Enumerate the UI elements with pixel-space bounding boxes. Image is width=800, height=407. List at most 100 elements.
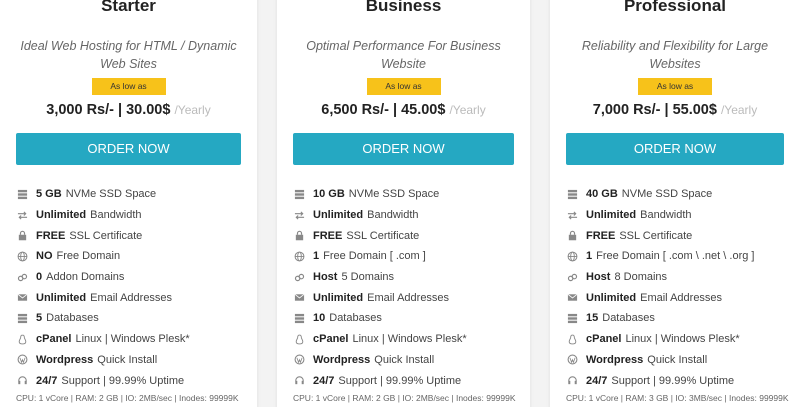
feature-item: Unlimited Email Addresses — [566, 287, 794, 308]
plan-tagline: Optimal Performance For Business Website — [306, 39, 501, 71]
db-icon — [16, 312, 28, 324]
feature-item: Wordpress Quick Install — [566, 350, 794, 371]
feature-text: SSL Certificate — [69, 229, 143, 242]
db-icon — [566, 312, 578, 324]
feature-item: Wordpress Quick Install — [293, 350, 524, 371]
feature-text: Quick Install — [97, 353, 158, 366]
link-icon — [293, 271, 305, 283]
feature-highlight: 1 — [313, 250, 320, 263]
feature-item: Host 5 Domains — [293, 267, 524, 288]
database-icon — [293, 188, 305, 200]
feature-highlight: FREE — [313, 229, 343, 242]
database-icon — [16, 188, 28, 200]
linux-icon — [566, 333, 578, 345]
feature-text: Support | 99.99% Uptime — [338, 374, 462, 387]
feature-highlight: Unlimited — [586, 291, 637, 304]
feature-highlight: 15 — [586, 312, 599, 325]
feature-text: Free Domain [ .com ] — [323, 250, 426, 263]
feature-text: Support | 99.99% Uptime — [611, 374, 735, 387]
feature-highlight: cPanel — [36, 333, 72, 346]
order-now-button[interactable]: ORDER NOW — [16, 133, 241, 165]
feature-highlight: 5 — [36, 312, 43, 325]
price-period: /Yearly — [449, 103, 486, 117]
price-amount: 3,000 Rs/- | 30.00$ — [46, 102, 171, 118]
feature-item: FREE SSL Certificate — [293, 225, 524, 246]
feature-list: 40 GB NVMe SSD Space Unlimited Bandwidth FRE… — [566, 184, 794, 391]
feature-text: Email Addresses — [640, 291, 723, 304]
feature-item: Wordpress Quick Install — [16, 350, 251, 371]
feature-text: Bandwidth — [367, 209, 419, 222]
lock-icon — [293, 230, 305, 242]
feature-text: SSL Certificate — [619, 229, 693, 242]
feature-text: Addon Domains — [46, 271, 125, 284]
headset-icon — [16, 375, 28, 387]
feature-text: NVMe SSD Space — [348, 188, 440, 201]
feature-text: NVMe SSD Space — [621, 188, 713, 201]
feature-text: Linux | Windows Plesk* — [75, 333, 190, 346]
database-icon — [566, 188, 578, 200]
feature-list: 10 GB NVMe SSD Space Unlimited Bandwidth FRE… — [293, 184, 524, 391]
plan-card-business: Business Optimal Performance For Busines… — [277, 0, 530, 407]
feature-highlight: 24/7 — [313, 374, 335, 387]
feature-item: FREE SSL Certificate — [566, 225, 794, 246]
plan-tagline: Ideal Web Hosting for HTML / Dynamic Web… — [20, 39, 237, 71]
feature-item: 10 GB NVMe SSD Space — [293, 184, 524, 205]
transfer-icon — [16, 209, 28, 221]
feature-text: Linux | Windows Plesk* — [352, 333, 467, 346]
order-now-button[interactable]: ORDER NOW — [566, 133, 784, 165]
feature-list: 5 GB NVMe SSD Space Unlimited Bandwidth FREE… — [16, 184, 251, 391]
headset-icon — [566, 375, 578, 387]
feature-text: Linux | Windows Plesk* — [625, 333, 740, 346]
feature-item: 1 Free Domain [ .com \ .net \ .org ] — [566, 246, 794, 267]
feature-item: 24/7 Support | 99.99% Uptime — [566, 370, 794, 391]
feature-highlight: 1 — [586, 250, 593, 263]
feature-highlight: 5 GB — [36, 188, 62, 201]
price-amount: 7,000 Rs/- | 55.00$ — [592, 102, 717, 118]
plan-specs: CPU: 1 vCore | RAM: 2 GB | IO: 2MB/sec |… — [16, 393, 239, 403]
price-period: /Yearly — [174, 103, 211, 117]
feature-item: NO Free Domain — [16, 246, 251, 267]
price-period: /Yearly — [720, 103, 758, 117]
feature-item: 24/7 Support | 99.99% Uptime — [16, 370, 251, 391]
wordpress-icon — [293, 354, 305, 366]
plan-name: Starter — [101, 0, 156, 15]
feature-item: cPanel Linux | Windows Plesk* — [293, 329, 524, 350]
plan-tagline: Reliability and Flexibility for Large We… — [581, 39, 769, 71]
wordpress-icon — [16, 354, 28, 366]
feature-highlight: NO — [36, 250, 53, 263]
pricing-plans: Starter Ideal Web Hosting for HTML / Dyn… — [0, 0, 800, 407]
plan-price: 6,500 Rs/- | 45.00$ /Yearly — [277, 102, 530, 118]
feature-text: Free Domain — [56, 250, 121, 263]
feature-highlight: Unlimited — [313, 291, 364, 304]
order-now-button[interactable]: ORDER NOW — [293, 133, 514, 165]
feature-text: Email Addresses — [367, 291, 450, 304]
globe-icon — [566, 250, 578, 262]
globe-icon — [16, 250, 28, 262]
mail-icon — [566, 292, 578, 304]
feature-text: Quick Install — [374, 353, 435, 366]
feature-text: Email Addresses — [90, 291, 173, 304]
feature-item: 15 Databases — [566, 308, 794, 329]
feature-highlight: Unlimited — [586, 209, 637, 222]
feature-highlight: 40 GB — [586, 188, 618, 201]
mail-icon — [16, 292, 28, 304]
feature-highlight: Unlimited — [36, 209, 87, 222]
plan-card-starter: Starter Ideal Web Hosting for HTML / Dyn… — [0, 0, 257, 407]
feature-item: 5 Databases — [16, 308, 251, 329]
feature-text: Databases — [329, 312, 382, 325]
feature-highlight: Host — [586, 271, 611, 284]
feature-highlight: cPanel — [313, 333, 349, 346]
feature-text: Databases — [602, 312, 655, 325]
feature-item: FREE SSL Certificate — [16, 225, 251, 246]
feature-highlight: Wordpress — [36, 353, 94, 366]
feature-text: Bandwidth — [640, 209, 692, 222]
feature-text: SSL Certificate — [346, 229, 420, 242]
feature-item: Unlimited Bandwidth — [16, 205, 251, 226]
plan-name: Professional — [623, 0, 727, 15]
feature-text: Bandwidth — [90, 209, 142, 222]
feature-text: Quick Install — [647, 353, 708, 366]
feature-text: Databases — [46, 312, 99, 325]
feature-text: Free Domain [ .com \ .net \ .org ] — [596, 250, 755, 263]
mail-icon — [293, 292, 305, 304]
plan-price: 3,000 Rs/- | 30.00$ /Yearly — [0, 102, 257, 118]
